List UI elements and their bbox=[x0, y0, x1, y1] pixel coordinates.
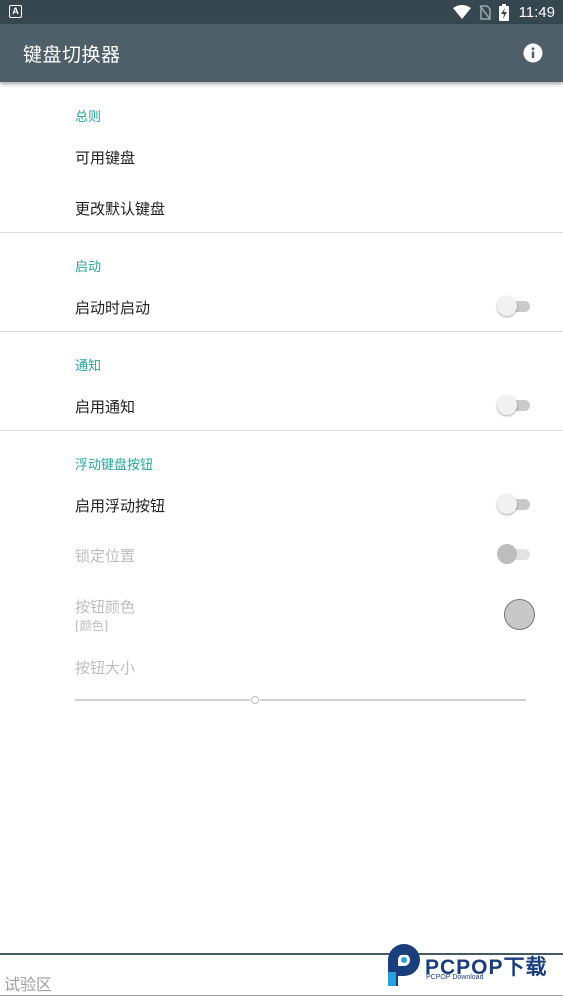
section-title-general: 总则 bbox=[75, 110, 102, 125]
no-sim-icon bbox=[478, 4, 491, 20]
app-bar: 键盘切换器 bbox=[0, 24, 563, 82]
watermark-tagline: PCPOP Download bbox=[426, 974, 484, 981]
battery-charging-icon bbox=[498, 3, 509, 21]
button-size-label: 按钮大小 bbox=[75, 659, 136, 677]
section-title-floating-button: 浮动键盘按钮 bbox=[75, 458, 154, 473]
lock-position-switch bbox=[497, 544, 533, 564]
start-on-boot-switch[interactable] bbox=[497, 296, 533, 316]
app-title: 键盘切换器 bbox=[23, 44, 121, 66]
slider-thumb bbox=[251, 696, 259, 704]
status-time: 11:49 bbox=[518, 3, 555, 21]
lock-position-label: 锁定位置 bbox=[75, 547, 136, 565]
enable-notification-switch[interactable] bbox=[497, 395, 533, 415]
status-bar: A 11:49 bbox=[0, 0, 563, 24]
button-color-label: 按钮颜色 bbox=[75, 598, 136, 616]
pcpop-logo-icon bbox=[388, 944, 420, 986]
info-icon[interactable] bbox=[522, 42, 544, 64]
divider bbox=[0, 430, 563, 431]
enable-floating-button-label[interactable]: 启用浮动按钮 bbox=[75, 495, 165, 516]
status-icons: 11:49 bbox=[452, 0, 555, 24]
enable-notification-label[interactable]: 启用通知 bbox=[75, 396, 135, 417]
test-area-input[interactable]: 试验区 bbox=[4, 971, 52, 995]
change-default-keyboard-item[interactable]: 更改默认键盘 bbox=[75, 198, 165, 219]
button-color-swatch bbox=[504, 599, 535, 630]
button-color-summary: [颜色] bbox=[75, 619, 109, 633]
start-on-boot-label[interactable]: 启动时启动 bbox=[75, 297, 150, 318]
pcpop-watermark: PCPOP下载 PCPOP Download bbox=[384, 942, 556, 986]
section-title-notification: 通知 bbox=[75, 359, 102, 374]
section-title-startup: 启动 bbox=[75, 260, 102, 275]
wifi-icon bbox=[452, 5, 471, 19]
available-keyboards-item[interactable]: 可用键盘 bbox=[75, 147, 135, 168]
button-size-slider bbox=[75, 692, 526, 708]
divider bbox=[0, 232, 563, 233]
notification-icon: A bbox=[9, 5, 22, 18]
divider bbox=[0, 331, 563, 332]
enable-floating-button-switch[interactable] bbox=[497, 494, 533, 514]
input-underline bbox=[0, 995, 563, 996]
